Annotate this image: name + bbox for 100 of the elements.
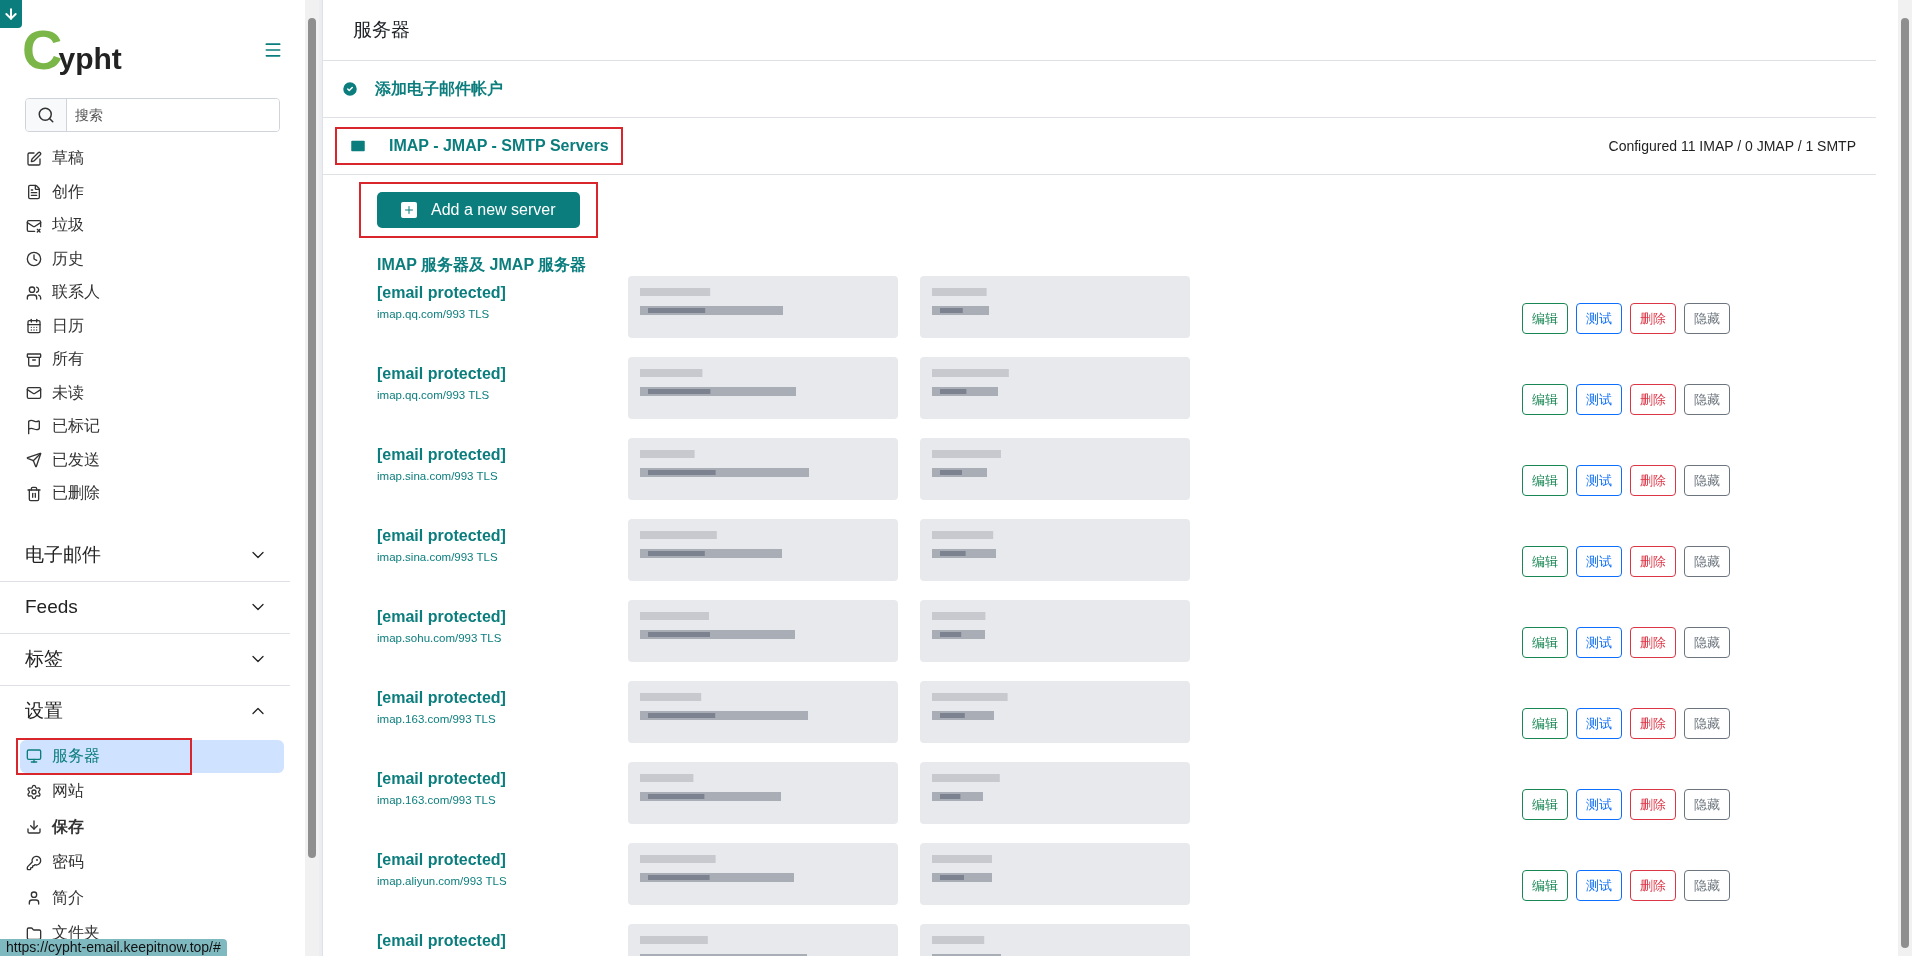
server-name: [email protected] xyxy=(377,365,507,383)
test-button[interactable]: 测试 xyxy=(1576,708,1622,739)
server-host: imap.sina.com/993 TLS xyxy=(377,470,499,482)
section-title: Feeds xyxy=(25,596,78,618)
edit-button[interactable]: 编辑 xyxy=(1522,789,1568,820)
server-name: [email protected] xyxy=(377,689,507,707)
settings-item[interactable]: 网站 xyxy=(20,775,305,809)
hide-button[interactable]: 隐藏 xyxy=(1684,627,1730,658)
test-button[interactable]: 测试 xyxy=(1576,870,1622,901)
servers-panel-header[interactable]: IMAP - JMAP - SMTP Servers xyxy=(337,129,621,163)
mail-x-icon xyxy=(26,217,42,234)
server-host: imap.aliyun.com/993 TLS xyxy=(377,875,508,887)
edit-button[interactable]: 编辑 xyxy=(1522,708,1568,739)
people-icon xyxy=(26,284,42,301)
section-title: 电子邮件 xyxy=(25,543,101,567)
key-icon xyxy=(26,854,42,871)
nav-item[interactable]: 创作 xyxy=(20,175,287,209)
edit-button[interactable]: 编辑 xyxy=(1522,870,1568,901)
hide-button[interactable]: 隐藏 xyxy=(1684,789,1730,820)
test-button[interactable]: 测试 xyxy=(1576,789,1622,820)
scrollbar[interactable] xyxy=(1898,0,1912,956)
test-button[interactable]: 测试 xyxy=(1576,465,1622,496)
nav-item[interactable]: 草稿 xyxy=(20,142,287,176)
download-icon[interactable] xyxy=(0,0,22,28)
search-icon xyxy=(37,106,55,124)
delete-button[interactable]: 删除 xyxy=(1630,870,1676,901)
nav-item[interactable]: 联系人 xyxy=(20,276,287,310)
settings-item[interactable]: 保存 xyxy=(20,810,305,844)
settings-item[interactable]: 简介 xyxy=(20,881,305,915)
settings-item[interactable]: 服务器 xyxy=(20,739,284,773)
test-button[interactable]: 测试 xyxy=(1576,546,1622,577)
section-header[interactable]: 电子邮件 xyxy=(0,529,290,582)
settings-item[interactable]: 密码 xyxy=(20,846,305,880)
delete-button[interactable]: 删除 xyxy=(1630,627,1676,658)
server-name: [email protected] xyxy=(377,446,507,464)
delete-button[interactable]: 删除 xyxy=(1630,546,1676,577)
scrollbar[interactable] xyxy=(305,0,319,956)
server-host: imap.sohu.com/993 TLS xyxy=(377,632,503,644)
server-host: imap.163.com/993 TLS xyxy=(377,713,497,725)
trash-icon xyxy=(26,485,42,502)
calendar-icon xyxy=(26,318,42,335)
server-host: imap.qq.com/993 TLS xyxy=(377,389,491,401)
test-button[interactable]: 测试 xyxy=(1576,303,1622,334)
edit-button[interactable]: 编辑 xyxy=(1522,627,1568,658)
edit-button[interactable]: 编辑 xyxy=(1522,303,1568,334)
edit-button[interactable]: 编辑 xyxy=(1522,384,1568,415)
pencil-square-icon xyxy=(26,150,42,167)
servers-summary: Configured 11 IMAP / 0 JMAP / 1 SMTP xyxy=(1608,138,1856,154)
search-field[interactable]: 搜索 xyxy=(25,98,280,132)
add-account-link[interactable]: 添加电子邮件帐户 xyxy=(323,61,1876,118)
section-heading: IMAP 服务器及 JMAP 服务器 xyxy=(377,255,588,275)
delete-button[interactable]: 删除 xyxy=(1630,708,1676,739)
logo: Cypht xyxy=(22,22,122,78)
server-host: imap.sina.com/993 TLS xyxy=(377,551,499,563)
clock-icon xyxy=(26,251,42,268)
page-title: 服务器 xyxy=(323,0,1876,61)
nav-item[interactable]: 已删除 xyxy=(20,477,287,511)
nav-item[interactable]: 日历 xyxy=(20,309,287,343)
archive-box-icon xyxy=(26,351,42,368)
document-icon xyxy=(26,184,42,201)
delete-button[interactable]: 删除 xyxy=(1630,789,1676,820)
edit-button[interactable]: 编辑 xyxy=(1522,465,1568,496)
section-header[interactable]: 设置 xyxy=(0,685,290,738)
hide-button[interactable]: 隐藏 xyxy=(1684,303,1730,334)
monitor-icon xyxy=(26,748,42,765)
section-header[interactable]: 标签 xyxy=(0,633,290,686)
flag-icon xyxy=(26,418,42,435)
menu-icon[interactable] xyxy=(263,40,283,60)
add-server-button[interactable]: Add a new server xyxy=(377,192,580,228)
hide-button[interactable]: 隐藏 xyxy=(1684,870,1730,901)
edit-button[interactable]: 编辑 xyxy=(1522,546,1568,577)
plus-icon xyxy=(403,204,415,216)
hide-button[interactable]: 隐藏 xyxy=(1684,384,1730,415)
server-name: [email protected] xyxy=(377,608,507,626)
nav-item[interactable]: 所有 xyxy=(20,343,287,377)
check-circle-icon xyxy=(341,80,359,98)
settings-icon xyxy=(26,783,42,800)
paper-plane-icon xyxy=(26,452,42,469)
hide-button[interactable]: 隐藏 xyxy=(1684,708,1730,739)
nav-item[interactable]: 已标记 xyxy=(20,410,287,444)
nav-item[interactable]: 已发送 xyxy=(20,443,287,477)
delete-button[interactable]: 删除 xyxy=(1630,465,1676,496)
nav-item[interactable]: 未读 xyxy=(20,376,287,410)
server-name: [email protected] xyxy=(377,851,507,869)
link-preview-tooltip: https://cypht-email.keepitnow.top/# xyxy=(0,939,227,956)
delete-button[interactable]: 删除 xyxy=(1630,384,1676,415)
section-title: 标签 xyxy=(25,647,63,671)
test-button[interactable]: 测试 xyxy=(1576,384,1622,415)
server-host: imap.163.com/993 TLS xyxy=(377,794,497,806)
download-icon xyxy=(26,819,42,836)
server-name: [email protected] xyxy=(377,284,507,302)
hide-button[interactable]: 隐藏 xyxy=(1684,465,1730,496)
delete-button[interactable]: 删除 xyxy=(1630,303,1676,334)
nav-item[interactable]: 垃圾 xyxy=(20,209,287,243)
nav-item[interactable]: 历史 xyxy=(20,242,287,276)
server-name: [email protected] xyxy=(377,770,507,788)
test-button[interactable]: 测试 xyxy=(1576,627,1622,658)
section-header[interactable]: Feeds xyxy=(0,581,290,634)
server-host: imap.qq.com/993 TLS xyxy=(377,308,491,320)
hide-button[interactable]: 隐藏 xyxy=(1684,546,1730,577)
